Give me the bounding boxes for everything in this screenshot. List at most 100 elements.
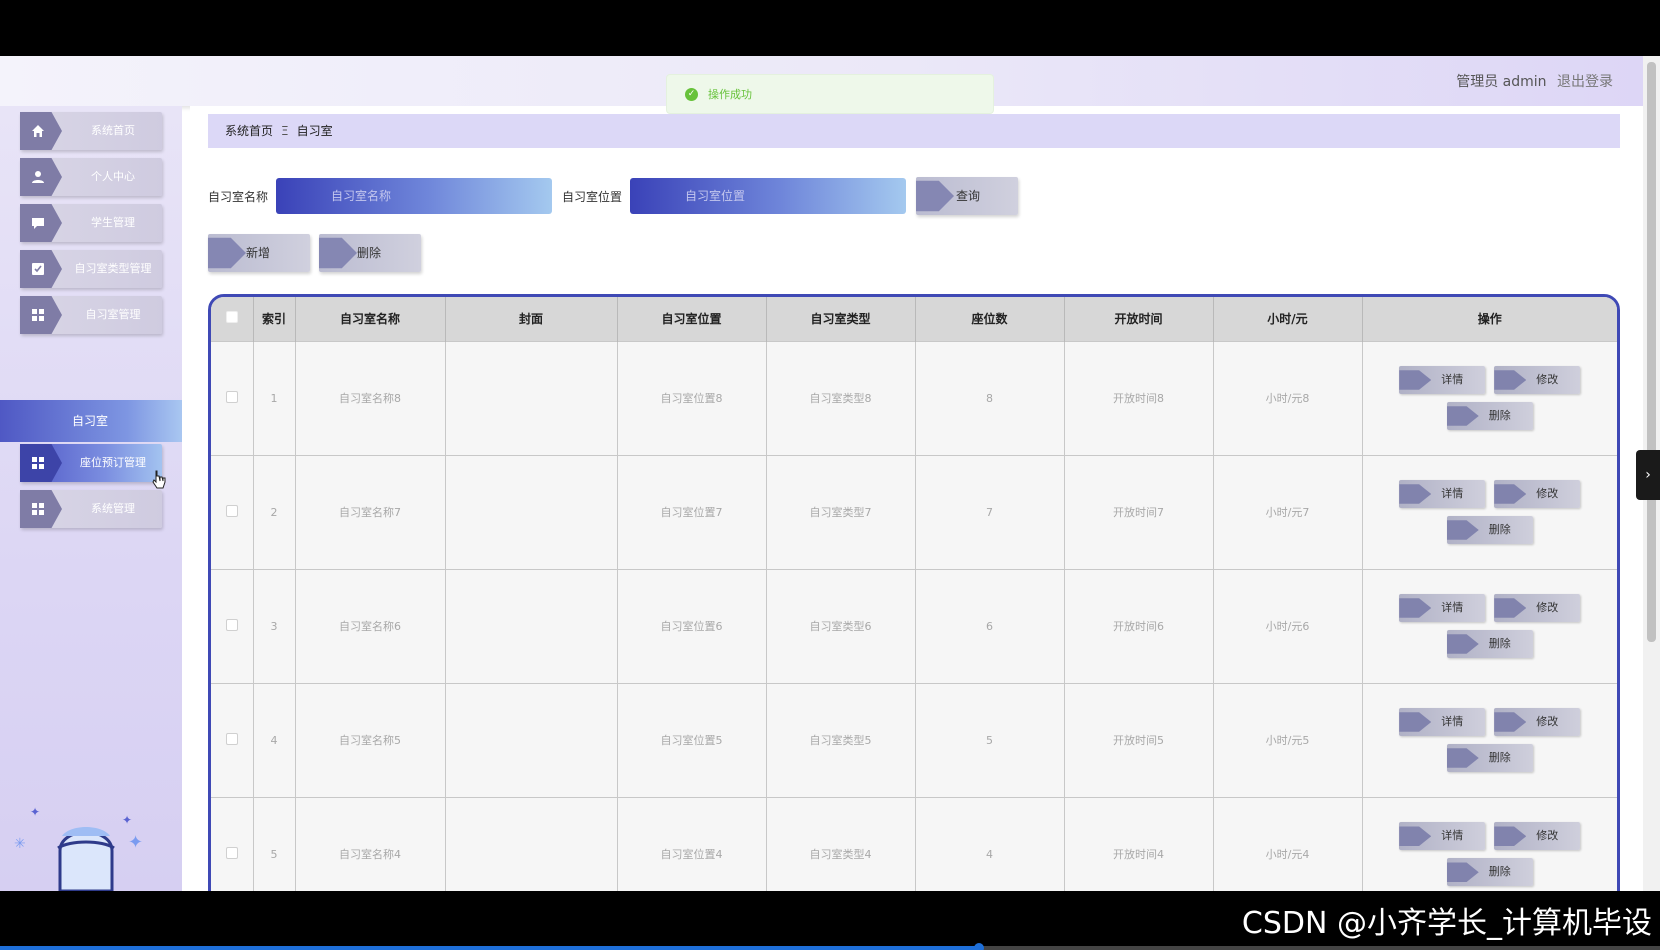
breadcrumb-home[interactable]: 系统首页: [225, 124, 273, 138]
cell-open: 开放时间4: [1064, 796, 1214, 891]
row-select-cell: [211, 568, 254, 683]
detail-button-label: 详情: [1441, 487, 1464, 500]
sidebar-item-profile[interactable]: 个人中心: [20, 158, 162, 196]
svg-text:✦: ✦: [30, 805, 40, 819]
home-icon: [20, 112, 62, 150]
sidebar-item-rooms[interactable]: 自习室管理: [20, 296, 162, 334]
bulk-delete-button[interactable]: 删除: [319, 234, 421, 272]
detail-button[interactable]: 详情: [1399, 594, 1486, 622]
row-actions-cell: 详情 修改删除: [1362, 682, 1617, 797]
detail-button[interactable]: 详情: [1399, 708, 1486, 736]
logout-link[interactable]: 退出登录: [1557, 74, 1613, 90]
svg-text:✦: ✦: [122, 813, 132, 827]
cell-location: 自习室位置6: [617, 568, 767, 683]
cell-index: 4: [253, 682, 296, 797]
detail-button-label: 详情: [1441, 715, 1464, 728]
cell-location: 自习室位置8: [617, 340, 767, 455]
edit-button[interactable]: 修改: [1494, 822, 1581, 851]
detail-button[interactable]: 详情: [1399, 480, 1486, 508]
column-header: 索引: [253, 297, 296, 341]
sidebar-item-students[interactable]: 学生管理: [20, 204, 162, 242]
edit-button[interactable]: 修改: [1494, 366, 1581, 394]
delete-button[interactable]: 删除: [1446, 516, 1533, 544]
row-checkbox[interactable]: [225, 846, 238, 859]
column-header: 自习室类型: [766, 297, 916, 341]
video-progress-bar[interactable]: [0, 943, 1660, 950]
column-header: 小时/元: [1213, 297, 1363, 341]
cell-price: 小时/元8: [1213, 340, 1363, 455]
arrow-icon: [1446, 748, 1479, 768]
app-window: 管理员 admin 退出登录 ✓ 操作成功 系统首页 个人中心 学生管理 自习室…: [0, 56, 1660, 891]
arrow-icon: [1494, 712, 1527, 732]
row-actions-cell: 详情 修改删除: [1362, 568, 1617, 683]
svg-text:✳: ✳: [14, 836, 26, 852]
edit-button[interactable]: 修改: [1494, 480, 1581, 508]
cell-type: 自习室类型4: [766, 796, 916, 891]
delete-button[interactable]: 删除: [1446, 858, 1533, 887]
delete-button[interactable]: 删除: [1446, 630, 1533, 658]
sidebar-item-seat-booking[interactable]: 座位预订管理: [20, 444, 162, 482]
user-area: 管理员 admin 退出登录: [1450, 71, 1613, 91]
cell-open: 开放时间6: [1064, 568, 1214, 683]
row-checkbox[interactable]: [225, 504, 238, 517]
cell-price: 小时/元4: [1213, 796, 1363, 891]
cell-seats: 5: [915, 682, 1065, 797]
sidebar-item-label: 学生管理: [91, 216, 135, 229]
sidebar-item-label: 自习室管理: [85, 308, 141, 321]
delete-button-label: 删除: [1488, 637, 1511, 650]
detail-button[interactable]: 详情: [1399, 822, 1486, 851]
sidebar-item-home[interactable]: 系统首页: [20, 112, 162, 150]
cell-price: 小时/元7: [1213, 454, 1363, 569]
edit-button[interactable]: 修改: [1494, 594, 1581, 622]
arrow-icon: [319, 237, 357, 269]
row-checkbox[interactable]: [225, 618, 238, 631]
detail-button-label: 详情: [1441, 829, 1464, 843]
cell-type: 自习室类型5: [766, 682, 916, 797]
cell-location: 自习室位置7: [617, 454, 767, 569]
cell-index: 3: [253, 568, 296, 683]
row-select-cell: [211, 682, 254, 797]
sidebar-subitem-study-room[interactable]: 自习室: [0, 400, 182, 442]
name-search-input[interactable]: [276, 178, 553, 214]
delete-button-label: 删除: [1488, 865, 1511, 879]
grid-icon: [20, 490, 62, 528]
data-table: 索引 自习室名称 封面 自习室位置 自习室类型 座位数 开放时间 小时/元 操作…: [208, 294, 1620, 891]
table-row: 4 自习室名称5 自习室位置5 自习室类型5 5 开放时间5 小时/元5 详情 修改 删除: [211, 682, 1617, 797]
detail-button[interactable]: 详情: [1399, 366, 1486, 394]
scrollbar-thumb[interactable]: [1647, 62, 1656, 642]
table-header-row: 索引 自习室名称 封面 自习室位置 自习室类型 座位数 开放时间 小时/元 操作: [211, 297, 1617, 341]
arrow-icon: [1494, 370, 1527, 390]
row-actions-cell: 详情 修改删除: [1362, 340, 1617, 455]
select-all-checkbox[interactable]: [225, 311, 238, 324]
add-button[interactable]: 新增: [208, 234, 310, 272]
query-button[interactable]: 查询: [916, 177, 1019, 215]
edit-button[interactable]: 修改: [1494, 708, 1581, 736]
cell-type: 自习室类型7: [766, 454, 916, 569]
row-select-cell: [211, 796, 254, 891]
cell-price: 小时/元6: [1213, 568, 1363, 683]
row-checkbox[interactable]: [225, 390, 238, 403]
cell-name: 自习室名称6: [295, 568, 446, 683]
arrow-icon: [1446, 634, 1479, 654]
cell-name: 自习室名称4: [295, 796, 446, 891]
sidebar-item-label: 系统首页: [91, 124, 135, 137]
chevron-right-icon[interactable]: ›: [1636, 450, 1660, 500]
svg-text:✦: ✦: [128, 832, 143, 853]
cell-type: 自习室类型6: [766, 568, 916, 683]
sidebar-item-system[interactable]: 系统管理: [20, 490, 162, 528]
cell-index: 2: [253, 454, 296, 569]
column-header: 自习室名称: [295, 297, 446, 341]
row-checkbox[interactable]: [225, 732, 238, 745]
location-search-input[interactable]: [630, 178, 907, 214]
location-search-label: 自习室位置: [562, 189, 623, 204]
sidebar-item-room-types[interactable]: 自习室类型管理: [20, 250, 162, 288]
delete-button[interactable]: 删除: [1446, 744, 1533, 772]
sidebar-item-label: 座位预订管理: [80, 456, 146, 469]
edit-button-label: 修改: [1536, 715, 1559, 728]
cell-open: 开放时间8: [1064, 340, 1214, 455]
cell-seats: 7: [915, 454, 1065, 569]
delete-button[interactable]: 删除: [1446, 402, 1533, 430]
cell-index: 1: [253, 340, 296, 455]
video-progress-handle[interactable]: [974, 943, 985, 950]
column-header: 自习室位置: [617, 297, 767, 341]
